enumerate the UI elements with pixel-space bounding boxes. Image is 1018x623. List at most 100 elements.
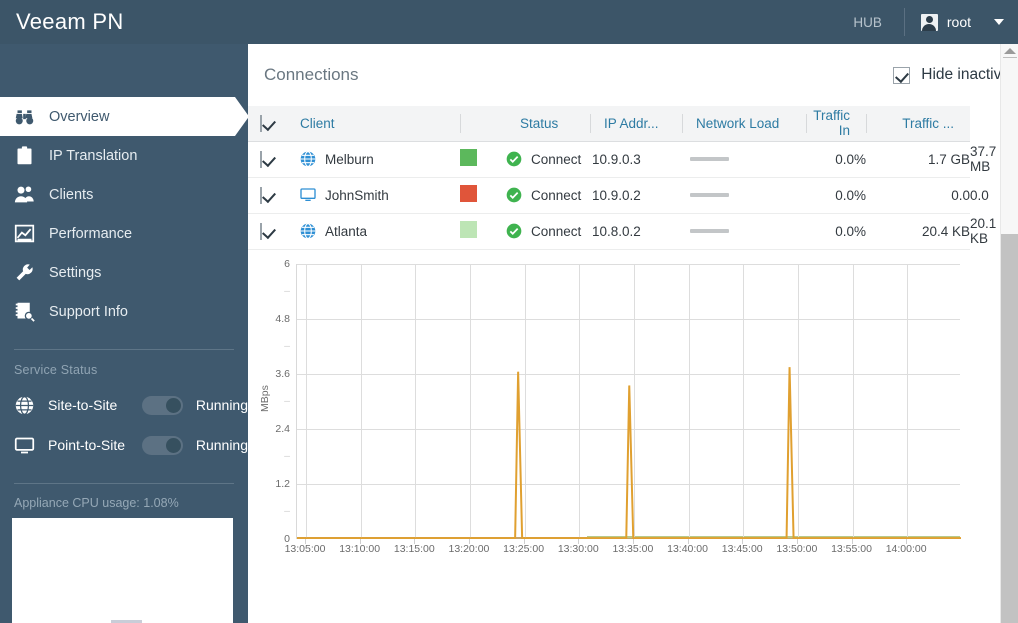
column-header-traffic-in[interactable]: Traffic In <box>806 106 866 142</box>
load-percent-cell: 0.0% <box>806 213 866 250</box>
table-body: Melburn Connect 10.9.0.3 0.0% 1.7 GB 37.7 MB J… <box>248 141 996 250</box>
client-name: JohnSmith <box>325 187 389 203</box>
wrench-icon <box>16 264 33 281</box>
sidebar-item-label: Overview <box>49 108 110 125</box>
row-select-cell <box>248 141 286 178</box>
notebook-search-icon <box>15 302 35 322</box>
load-percent-cell: 0.0% <box>806 141 866 178</box>
x-axis-tick-label: 13:15:00 <box>393 542 435 555</box>
status-cell: Connect <box>506 213 590 250</box>
swatch-cell <box>460 141 506 178</box>
column-header-client[interactable]: Client <box>286 106 460 142</box>
sidebar-item-settings[interactable]: Settings <box>0 253 248 292</box>
x-axis-tick-label: 13:20:00 <box>448 542 490 555</box>
column-header-ip-address[interactable]: IP Addr... <box>590 106 682 142</box>
traffic-in: 1.7 GB <box>927 151 970 167</box>
chart-y-axis-labels: 0–1.2–2.4–3.6–4.8–6 <box>248 258 290 545</box>
column-header-network-load[interactable]: Network Load <box>682 106 806 142</box>
network-load-cell <box>682 141 806 178</box>
table-row[interactable]: Atlanta Connect 10.8.0.2 0.0% 20.4 KB 20.1 KB <box>248 213 996 250</box>
select-all-checkbox[interactable] <box>260 114 262 132</box>
top-bar: Veeam PN HUB root <box>0 0 1018 44</box>
column-header-traffic-out[interactable]: Traffic ... <box>866 106 970 142</box>
x-axis-tickmark <box>578 538 580 544</box>
sidebar-item-ip-translation[interactable]: IP Translation <box>0 136 248 175</box>
y-axis-tick-label: 1.2 <box>275 477 290 490</box>
user-menu[interactable]: root <box>920 13 1004 31</box>
network-load-cell <box>682 213 806 250</box>
sidebar-item-label: Clients <box>49 186 94 203</box>
x-axis-tickmark <box>796 538 798 544</box>
x-axis-tick-label: 13:25:00 <box>503 542 545 555</box>
network-load-bar <box>690 157 729 161</box>
user-avatar-icon <box>920 13 938 31</box>
chart-series-traffic <box>297 366 961 539</box>
row-checkbox[interactable] <box>260 186 262 204</box>
x-axis-tickmark <box>906 538 908 544</box>
traffic-out: 20.1 KB <box>970 216 997 246</box>
chart-plot-area <box>296 263 961 539</box>
row-checkbox[interactable] <box>260 222 262 240</box>
sidebar-item-support-info[interactable]: Support Info <box>0 292 248 331</box>
y-axis-minor-tick: – <box>284 450 290 462</box>
sidebar-item-clients[interactable]: Clients <box>0 175 248 214</box>
ip-cell: 10.9.0.3 <box>590 141 682 178</box>
status-ok-icon <box>506 187 522 203</box>
scrollbar-thumb[interactable] <box>1001 234 1018 623</box>
load-percent-cell: 0.0% <box>806 177 866 214</box>
x-axis-tick-label: 13:30:00 <box>557 542 599 555</box>
scroll-up-arrow-icon[interactable] <box>1004 48 1016 54</box>
x-axis-tick-label: 13:35:00 <box>612 542 654 555</box>
sidebar-item-label: Support Info <box>49 303 128 320</box>
sidebar-item-label: IP Translation <box>49 147 138 164</box>
hide-inactive-checkbox[interactable] <box>893 66 911 84</box>
ip-cell: 10.9.0.2 <box>590 177 682 214</box>
x-axis-tick-label: 13:05:00 <box>284 542 326 555</box>
column-header-status[interactable]: Status <box>506 106 590 142</box>
user-name-label: root <box>946 14 971 30</box>
y-axis-tick-label: 2.4 <box>275 422 290 435</box>
status-cell: Connect <box>506 177 590 214</box>
scroll-arrow-underline <box>1003 57 1017 58</box>
color-swatch <box>460 221 477 238</box>
table-row[interactable]: JohnSmith Connect 10.9.0.2 0.0% 0.0 0.0 <box>248 177 989 214</box>
client-cell: Atlanta <box>286 213 460 250</box>
page-title: Connections <box>264 65 359 84</box>
traffic-in: 0.0 <box>951 187 970 203</box>
load-percent: 0.0% <box>835 151 866 167</box>
hub-label: HUB <box>853 14 882 30</box>
y-axis-minor-tick: – <box>284 340 290 352</box>
chevron-down-icon <box>994 19 1004 25</box>
select-all-header <box>248 106 286 142</box>
service-toggle-point-to-site[interactable] <box>141 435 183 455</box>
swatch-cell <box>460 213 506 250</box>
sidebar-item-overview[interactable]: Overview <box>0 97 249 136</box>
traffic-in: 20.4 KB <box>921 223 970 239</box>
clipboard-icon <box>17 146 32 165</box>
load-percent: 0.0% <box>835 223 866 239</box>
service-toggle-site-to-site[interactable] <box>141 395 183 415</box>
y-axis-minor-tick: – <box>284 395 290 407</box>
ip-cell: 10.8.0.2 <box>590 213 682 250</box>
globe-icon <box>300 223 316 239</box>
table-row[interactable]: Melburn Connect 10.9.0.3 0.0% 1.7 GB 37.7 MB <box>248 141 996 178</box>
status-label: Connect <box>531 187 582 203</box>
monitor-icon <box>300 188 316 201</box>
top-bar-divider <box>903 8 905 36</box>
x-axis-tickmark <box>359 538 361 544</box>
globe-icon <box>15 395 34 415</box>
sidebar-item-performance[interactable]: Performance <box>0 214 248 253</box>
row-checkbox[interactable] <box>260 150 262 168</box>
x-axis-tickmark <box>414 538 416 544</box>
service-state-label: Running <box>195 397 248 413</box>
app-window: Veeam PN HUB root Overview IP Translatio… <box>0 0 1018 623</box>
globe-icon <box>300 151 316 167</box>
status-ok-icon <box>506 223 522 239</box>
status-label: Connect <box>531 151 582 167</box>
client-name: Atlanta <box>325 223 368 239</box>
x-axis-tickmark <box>742 538 744 544</box>
cpu-usage-chart <box>12 518 233 623</box>
vertical-scrollbar[interactable] <box>1000 44 1018 623</box>
x-axis-tick-label: 13:10:00 <box>339 542 381 555</box>
service-name-label: Point-to-Site <box>48 437 126 453</box>
